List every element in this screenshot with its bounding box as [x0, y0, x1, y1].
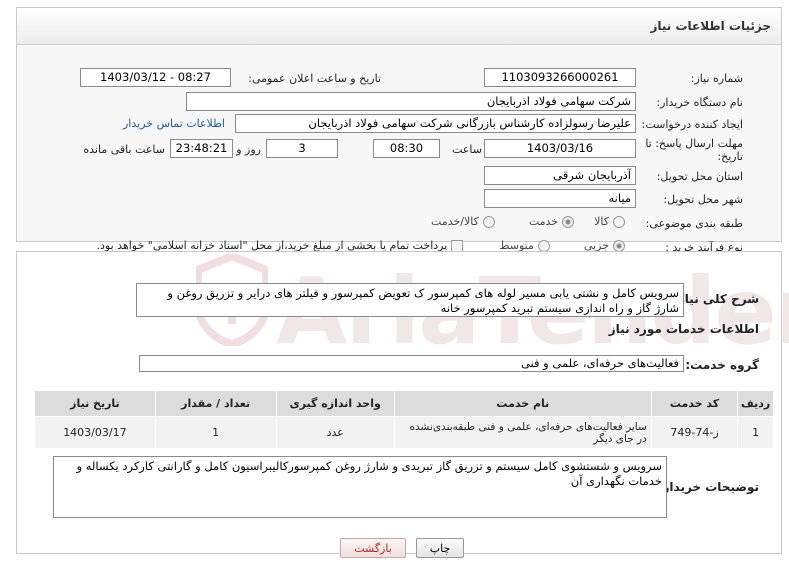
services-title: اطلاعات خدمات مورد نیاز: [608, 322, 759, 336]
category-label: طبقه بندی موضوعی:: [645, 217, 743, 230]
radio-circle-icon[interactable]: [613, 215, 625, 228]
category-option-goods[interactable]: کالا: [594, 215, 625, 228]
table-cell: ز-74-749: [650, 416, 739, 449]
panel-header: جزئیات اطلاعات نیاز: [17, 8, 781, 45]
table-cell: 1403/03/17: [34, 416, 156, 449]
column-header: کد خدمت: [650, 390, 739, 417]
print-button[interactable]: چاپ: [416, 538, 464, 558]
buyer-org-label: نام دستگاه خریدار:: [656, 96, 743, 109]
buyer-notes-textarea[interactable]: سرویس و شستشوی کامل سیستم و تزریق گاز تب…: [53, 456, 667, 518]
radio-circle-icon[interactable]: [537, 239, 550, 252]
table-header-row: ردیف کد خدمت نام خدمت واحد اندازه گیری ت…: [34, 390, 774, 417]
category-option-goods-service[interactable]: کالا/خدمت: [431, 215, 495, 228]
requester-label: ایجاد کننده درخواست:: [641, 118, 743, 131]
radio-selected-icon[interactable]: [613, 239, 625, 252]
announce-label: تاریخ و ساعت اعلان عمومی:: [248, 72, 381, 85]
province-field: آذربایجان شرقی: [484, 166, 636, 185]
column-header: ردیف: [737, 390, 774, 417]
time-label: ساعت: [452, 143, 482, 156]
services-table: ردیف کد خدمت نام خدمت واحد اندازه گیری ت…: [34, 390, 774, 449]
need-number-field: 1103093266000261: [484, 68, 636, 87]
radio-circle-icon[interactable]: [482, 215, 495, 228]
remaining-time-field: 23:48:21: [170, 139, 233, 158]
deadline-date-field: 1403/03/16: [484, 139, 636, 158]
city-label: شهر محل تحویل:: [663, 193, 743, 206]
service-group-field: فعالیت‌های حرفه‌ای، علمی و فنی: [139, 355, 684, 372]
service-group-label: گروه خدمت:: [685, 358, 759, 372]
days-field: 3: [266, 139, 338, 158]
summary-label: شرح کلی نیاز:: [673, 292, 759, 306]
page-title: جزئیات اطلاعات نیاز: [650, 19, 771, 33]
column-header: تعداد / مقدار: [154, 390, 277, 417]
requester-field: علیرضا رسولزاده کارشناس بازرگانی شرکت سه…: [235, 114, 636, 133]
column-header: واحد اندازه گیری: [275, 390, 395, 417]
remaining-label: ساعت باقی مانده: [83, 143, 165, 156]
buyer-notes-label: توضیحات خریدار:: [657, 480, 759, 494]
checkbox-icon[interactable]: [451, 239, 464, 252]
announce-field: 1403/03/12 - 08:27: [80, 68, 231, 87]
table-cell: سایر فعالیت‌های حرفه‌ای، علمی و فنی طبقه…: [393, 416, 652, 449]
days-label: روز و: [236, 143, 261, 156]
column-header: تاریخ نیاز: [34, 390, 156, 417]
deadline-label: مهلت ارسال پاسخ: تا تاریخ:: [645, 137, 743, 163]
summary-textarea[interactable]: سرویس کامل و نشتی یابی مسیر لوله های کمپ…: [136, 283, 684, 317]
buyer-contact-link[interactable]: اطلاعات تماس خریدار: [123, 117, 225, 130]
table-cell: 1: [154, 416, 277, 449]
back-button[interactable]: بازگشت: [340, 538, 406, 558]
buyer-org-field: شرکت سهامی فولاد اذربایجان: [186, 92, 636, 111]
category-option-service[interactable]: خدمت: [529, 215, 575, 228]
province-label: استان محل تحویل:: [656, 170, 743, 183]
radio-selected-icon[interactable]: [562, 215, 575, 228]
category-radio-group: کالا خدمت کالا/خدمت: [431, 215, 625, 228]
column-header: نام خدمت: [393, 390, 652, 417]
table-row: 1 ز-74-749 سایر فعالیت‌های حرفه‌ای، علمی…: [34, 416, 774, 449]
city-field: میانه: [484, 189, 636, 208]
table-cell: 1: [737, 416, 774, 449]
deadline-time-field: 08:30: [373, 139, 440, 158]
table-cell: عدد: [275, 416, 395, 449]
need-number-label: شماره نیاز:: [690, 72, 743, 85]
